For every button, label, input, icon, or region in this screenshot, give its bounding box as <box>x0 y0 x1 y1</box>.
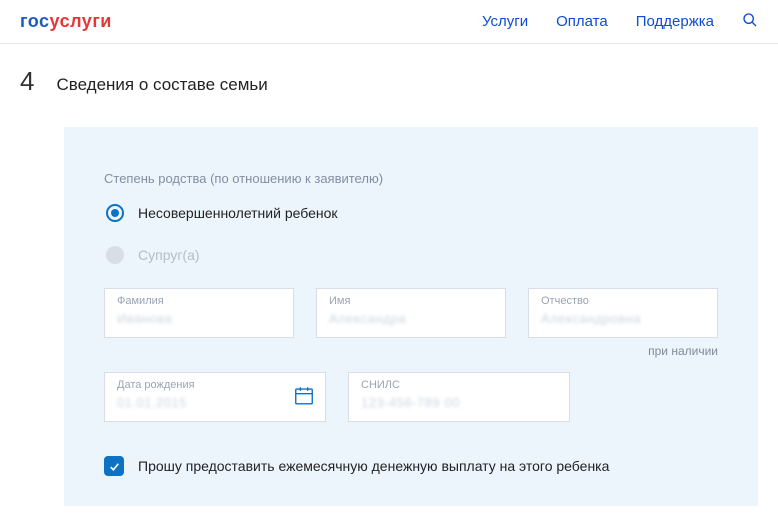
radio-child-label: Несовершеннолетний ребенок <box>138 205 338 221</box>
section-title: Сведения о составе семьи <box>56 75 267 95</box>
name-fields-row: Фамилия Иванова Имя Александра Отчество … <box>104 288 718 338</box>
radio-spouse-row: Супруг(а) <box>106 246 718 264</box>
snils-field[interactable]: СНИЛС 123-456-789 00 <box>348 372 570 422</box>
surname-field[interactable]: Фамилия Иванова <box>104 288 294 338</box>
section-header: 4 Сведения о составе семьи <box>20 66 758 97</box>
patronymic-field[interactable]: Отчество Александровна <box>528 288 718 338</box>
nav-support[interactable]: Поддержка <box>636 13 714 30</box>
logo-gos-part: гос <box>20 11 50 31</box>
nav-services[interactable]: Услуги <box>482 13 528 30</box>
birthdate-label: Дата рождения <box>117 379 313 391</box>
radio-disabled-icon <box>106 246 124 264</box>
snils-label: СНИЛС <box>361 379 557 391</box>
checkbox-label: Прошу предоставить ежемесячную денежную … <box>138 458 609 474</box>
extra-fields-row: Дата рождения 01.01.2015 <box>104 372 718 422</box>
birthdate-value: 01.01.2015 <box>117 395 313 410</box>
name-label: Имя <box>329 295 493 307</box>
logo[interactable]: госуслуги <box>20 11 112 32</box>
header: госуслуги Услуги Оплата Поддержка <box>0 0 778 44</box>
snils-value: 123-456-789 00 <box>361 395 557 410</box>
logo-uslugi-part: услуги <box>50 11 112 31</box>
name-field[interactable]: Имя Александра <box>316 288 506 338</box>
radio-spouse-label: Супруг(а) <box>138 247 200 263</box>
birthdate-field[interactable]: Дата рождения 01.01.2015 <box>104 372 326 422</box>
calendar-icon[interactable] <box>293 385 315 410</box>
surname-value: Иванова <box>117 311 281 326</box>
page-content: 4 Сведения о составе семьи Степень родст… <box>0 44 778 506</box>
patronymic-hint: при наличии <box>104 344 718 358</box>
nav: Услуги Оплата Поддержка <box>482 12 758 31</box>
radio-child-row[interactable]: Несовершеннолетний ребенок <box>106 204 718 222</box>
nav-payment[interactable]: Оплата <box>556 13 608 30</box>
checkbox-checked-icon <box>104 456 124 476</box>
form-panel: Степень родства (по отношению к заявител… <box>64 127 758 506</box>
search-icon[interactable] <box>742 12 758 31</box>
patronymic-value: Александровна <box>541 311 705 326</box>
surname-label: Фамилия <box>117 295 281 307</box>
patronymic-label: Отчество <box>541 295 705 307</box>
payment-checkbox-row[interactable]: Прошу предоставить ежемесячную денежную … <box>104 456 718 476</box>
relationship-label: Степень родства (по отношению к заявител… <box>104 171 718 186</box>
radio-icon <box>106 204 124 222</box>
step-number: 4 <box>20 66 34 97</box>
name-value: Александра <box>329 311 493 326</box>
